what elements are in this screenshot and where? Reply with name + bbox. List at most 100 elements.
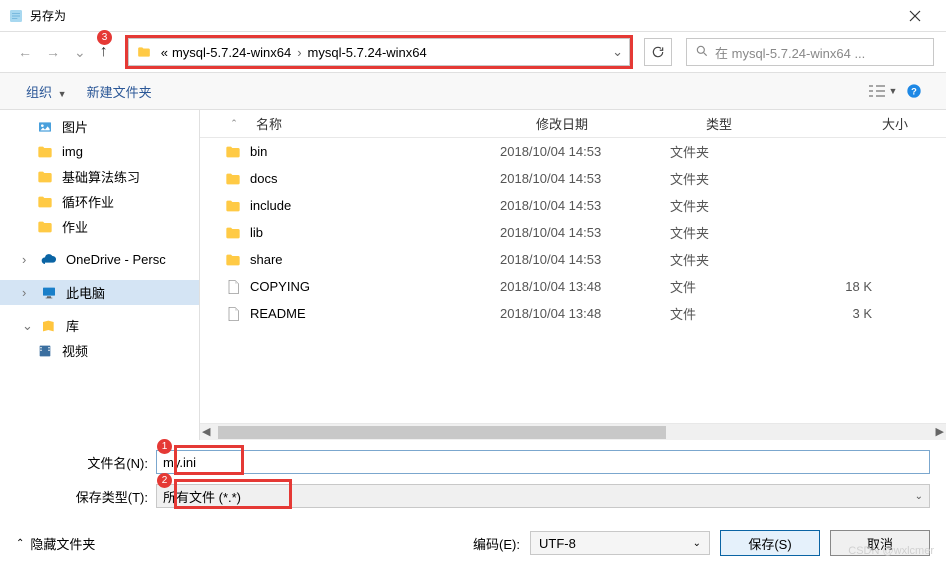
chevron-up-icon: ⌃ [16, 538, 24, 549]
hide-folders-toggle[interactable]: ⌃ 隐藏文件夹 [16, 534, 95, 553]
scrollbar-thumb[interactable] [218, 426, 666, 439]
file-type: 文件夹 [666, 169, 796, 188]
file-name: bin [250, 144, 267, 159]
file-name: lib [250, 225, 263, 240]
save-button[interactable]: 保存(S) [720, 530, 820, 556]
file-row[interactable]: README 2018/10/04 13:48 文件 3 K [200, 300, 946, 327]
file-size: 18 K [796, 279, 876, 294]
file-row[interactable]: include 2018/10/04 14:53 文件夹 [200, 192, 946, 219]
sidebar-item-videos[interactable]: 视频 [0, 338, 199, 363]
column-headers: ⌃ 名称 修改日期 类型 大小 [200, 110, 946, 138]
forward-button[interactable]: → [46, 44, 60, 60]
file-date: 2018/10/04 14:53 [496, 225, 666, 240]
file-row[interactable]: docs 2018/10/04 14:53 文件夹 [200, 165, 946, 192]
organize-button[interactable]: 组织 ▼ [16, 78, 77, 105]
search-icon [695, 44, 709, 61]
file-name: docs [250, 171, 277, 186]
chevron-down-icon: ▼ [56, 89, 67, 99]
folder-icon [224, 171, 242, 187]
file-row[interactable]: COPYING 2018/10/04 13:48 文件 18 K [200, 273, 946, 300]
sort-indicator-icon: ⌃ [216, 118, 252, 129]
folder-icon [36, 169, 54, 185]
file-date: 2018/10/04 14:53 [496, 252, 666, 267]
chevron-right-icon: › [22, 285, 32, 300]
film-icon [36, 343, 54, 359]
sidebar-item-algo[interactable]: 基础算法练习 [0, 164, 199, 189]
file-name: COPYING [250, 279, 310, 294]
new-folder-button[interactable]: 新建文件夹 [77, 78, 162, 105]
sidebar-item-pictures[interactable]: 图片 [0, 114, 199, 139]
sidebar-item-library[interactable]: ⌄库 [0, 313, 199, 338]
path-separator-icon: › [293, 45, 305, 60]
back-button[interactable]: ← [18, 44, 32, 60]
filetype-label: 保存类型(T): [16, 487, 156, 506]
cloud-icon [40, 252, 58, 268]
sidebar-item-homework[interactable]: 作业 [0, 214, 199, 239]
picture-icon [36, 119, 54, 135]
folder-icon [224, 225, 242, 241]
chevron-right-icon: › [22, 252, 32, 267]
horizontal-scrollbar[interactable]: ◀ ▶ [200, 423, 946, 440]
annotation-2: 2 [157, 473, 172, 488]
scroll-left-icon[interactable]: ◀ [202, 425, 210, 438]
library-icon [40, 318, 58, 334]
window-title: 另存为 [30, 7, 892, 24]
file-icon [224, 306, 242, 322]
file-date: 2018/10/04 14:53 [496, 144, 666, 159]
cancel-button[interactable]: 取消 [830, 530, 930, 556]
folder-icon [36, 219, 54, 235]
refresh-button[interactable] [644, 38, 672, 66]
titlebar: 另存为 [0, 0, 946, 32]
file-type: 文件 [666, 304, 796, 323]
folder-icon [135, 45, 153, 59]
encoding-select[interactable]: UTF-8 ⌄ [530, 531, 710, 555]
scroll-right-icon[interactable]: ▶ [936, 425, 944, 438]
search-input[interactable]: 在 mysql-5.7.24-winx64 ... [686, 38, 934, 66]
folder-icon [224, 144, 242, 160]
file-name: share [250, 252, 283, 267]
view-mode-button[interactable]: ▼ [866, 79, 898, 103]
sidebar-item-loop[interactable]: 循环作业 [0, 189, 199, 214]
sidebar-item-img[interactable]: img [0, 139, 199, 164]
file-type: 文件夹 [666, 196, 796, 215]
column-name[interactable]: 名称 [252, 114, 532, 133]
folder-icon [36, 194, 54, 210]
column-size[interactable]: 大小 [832, 114, 912, 133]
encoding-value: UTF-8 [539, 536, 576, 551]
path-segment-2[interactable]: mysql-5.7.24-winx64 [306, 45, 429, 60]
file-size: 3 K [796, 306, 876, 321]
sidebar-item-thispc[interactable]: ›此电脑 [0, 280, 199, 305]
recent-dropdown[interactable]: ⌄ [74, 44, 86, 61]
notepad-icon [8, 8, 24, 24]
navbar: 3 ← → ⌄ ↑ « mysql-5.7.24-winx64 › mysql-… [0, 32, 946, 72]
path-chevron-left: « [159, 45, 170, 60]
up-button[interactable]: ↑ [100, 43, 108, 61]
search-placeholder: 在 mysql-5.7.24-winx64 ... [715, 43, 865, 62]
path-dropdown-icon[interactable]: ⌄ [612, 44, 623, 60]
file-row[interactable]: bin 2018/10/04 14:53 文件夹 [200, 138, 946, 165]
file-name: include [250, 198, 291, 213]
column-date[interactable]: 修改日期 [532, 114, 702, 133]
folder-icon [224, 252, 242, 268]
sidebar-item-onedrive[interactable]: ›OneDrive - Persc [0, 247, 199, 272]
file-date: 2018/10/04 14:53 [496, 198, 666, 213]
address-bar[interactable]: « mysql-5.7.24-winx64 › mysql-5.7.24-win… [128, 38, 630, 66]
chevron-down-icon: ⌄ [915, 491, 923, 502]
help-button[interactable]: ? [898, 79, 930, 103]
file-row[interactable]: share 2018/10/04 14:53 文件夹 [200, 246, 946, 273]
chevron-down-icon: ⌄ [693, 538, 701, 549]
file-type: 文件夹 [666, 142, 796, 161]
svg-text:?: ? [911, 86, 917, 96]
footer: ⌃ 隐藏文件夹 编码(E): UTF-8 ⌄ 保存(S) 取消 [0, 516, 946, 570]
path-segment-1[interactable]: mysql-5.7.24-winx64 [170, 45, 293, 60]
file-icon [224, 279, 242, 295]
chevron-down-icon: ⌄ [22, 318, 32, 334]
column-type[interactable]: 类型 [702, 114, 832, 133]
file-date: 2018/10/04 13:48 [496, 279, 666, 294]
file-row[interactable]: lib 2018/10/04 14:53 文件夹 [200, 219, 946, 246]
file-type: 文件夹 [666, 223, 796, 242]
filetype-select[interactable]: 所有文件 (*.*) ⌄ [156, 484, 930, 508]
filename-input[interactable] [156, 450, 930, 474]
annotation-3: 3 [97, 30, 112, 45]
close-button[interactable] [892, 0, 938, 31]
